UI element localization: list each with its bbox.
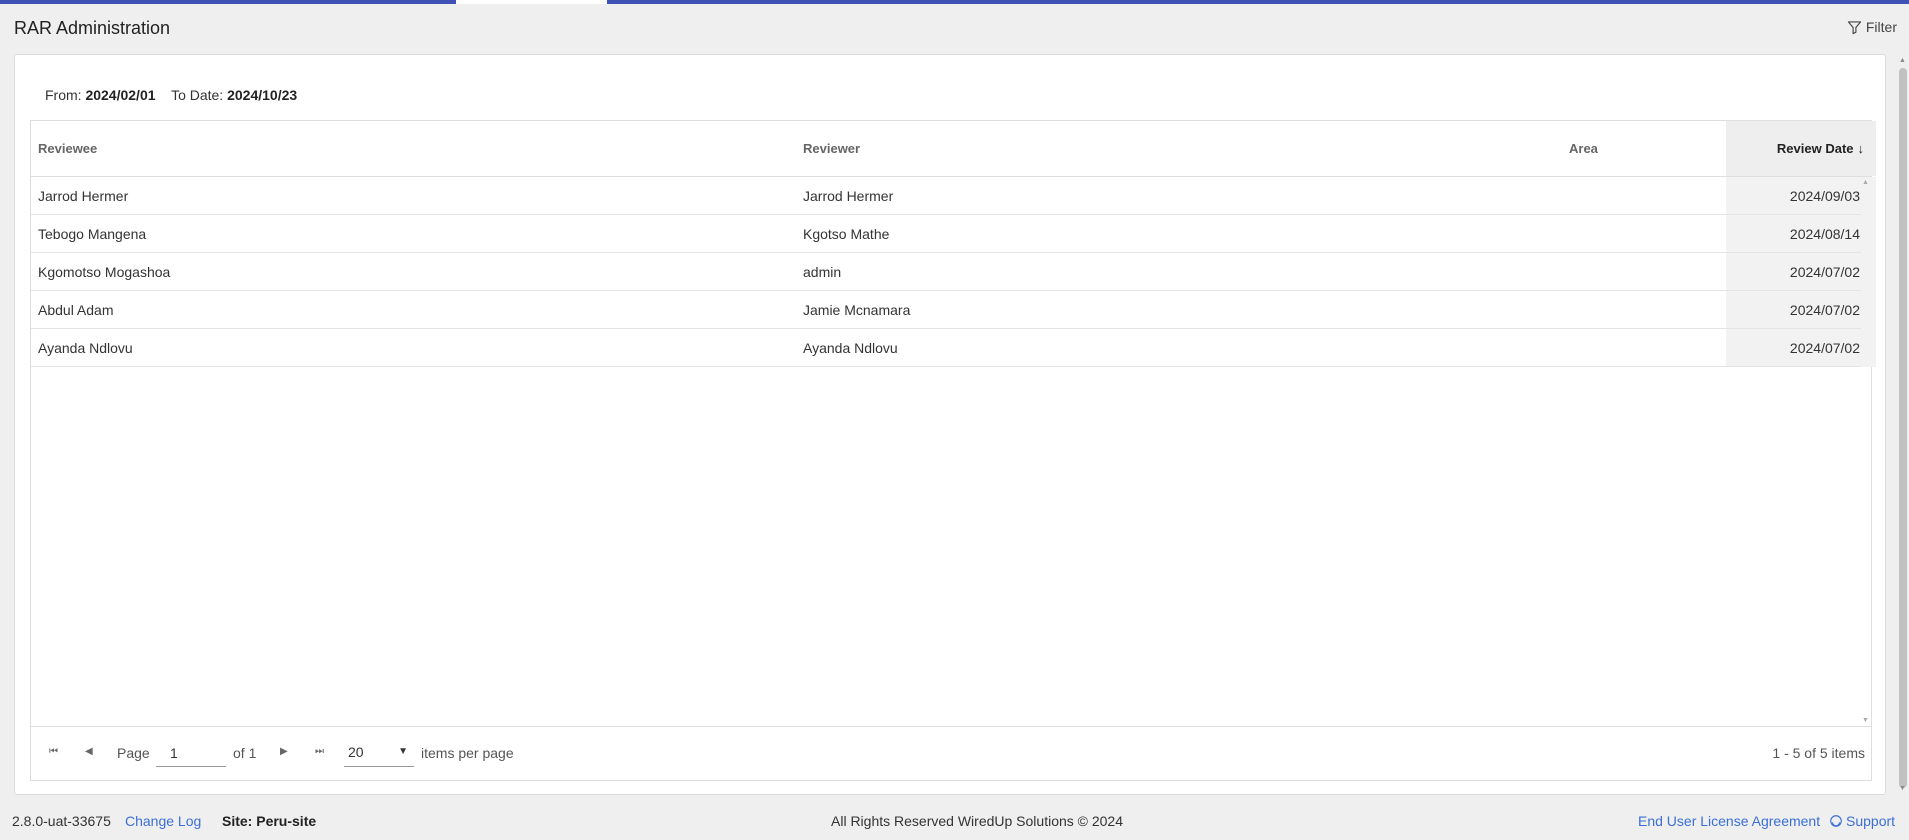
table-row[interactable]: Tebogo Mangena Kgotso Mathe 2024/08/14 — [31, 215, 1861, 253]
cell-review-date: 2024/07/02 — [1789, 264, 1860, 280]
pager-summary: 1 - 5 of 5 items — [1772, 745, 1865, 761]
cell-reviewer: Jarrod Hermer — [803, 188, 894, 204]
first-page-icon[interactable]: ⏮ — [49, 746, 58, 757]
filter-button-label: Filter — [1865, 19, 1897, 35]
chevron-down-icon: ▼ — [398, 746, 408, 757]
sort-descending-icon: ↓ — [1857, 141, 1865, 156]
last-page-icon[interactable]: ⏭ — [315, 746, 324, 757]
page-scrollbar[interactable]: ▲ ▼ — [1897, 54, 1909, 795]
cell-reviewer: Jamie Mcnamara — [803, 302, 911, 318]
cell-review-date: 2024/09/03 — [1789, 188, 1860, 204]
to-date-value: 2024/10/23 — [227, 87, 298, 103]
page-scroll-up-icon[interactable]: ▲ — [1899, 57, 1906, 64]
change-log-link[interactable]: Change Log — [125, 813, 201, 829]
cell-reviewer: Kgotso Mathe — [803, 226, 890, 242]
cell-review-date: 2024/07/02 — [1789, 340, 1860, 356]
version-label: 2.8.0-uat-33675 — [12, 813, 111, 829]
table-row[interactable]: Ayanda Ndlovu Ayanda Ndlovu 2024/07/02 — [31, 329, 1861, 367]
date-range: From: 2024/02/01 To Date: 2024/10/23 — [45, 87, 297, 103]
prev-page-icon[interactable]: ◀ — [85, 746, 93, 757]
site-label: Site: Peru-site — [222, 813, 317, 829]
support-link[interactable]: Support — [1829, 813, 1895, 829]
column-header-reviewer[interactable]: Reviewer — [803, 121, 860, 176]
cell-review-date: 2024/08/14 — [1789, 226, 1860, 242]
table-row[interactable]: Jarrod Hermer Jarrod Hermer 2024/09/03 — [31, 177, 1861, 215]
support-link-label: Support — [1846, 813, 1896, 829]
cell-reviewee: Abdul Adam — [38, 302, 114, 318]
support-icon — [1830, 815, 1842, 827]
page-count-label: of 1 — [233, 745, 257, 761]
cell-reviewee: Jarrod Hermer — [38, 188, 129, 204]
cell-reviewee: Kgomotso Mogashoa — [38, 264, 171, 280]
page-size-value: 20 — [348, 744, 364, 760]
scroll-down-icon[interactable]: ▼ — [1862, 717, 1869, 724]
review-grid: Reviewee Reviewer Area Review Date ↓ Jarr… — [30, 120, 1876, 781]
column-header-review-date[interactable]: Review Date ↓ — [1726, 121, 1876, 176]
cell-review-date: 2024/07/02 — [1789, 302, 1860, 318]
cell-reviewer: Ayanda Ndlovu — [803, 340, 898, 356]
column-header-area[interactable]: Area — [1569, 121, 1598, 176]
page-label: Page — [117, 745, 150, 761]
from-label: From: — [45, 87, 82, 103]
grid-header: Reviewee Reviewer Area Review Date ↓ — [31, 121, 1876, 177]
active-tab-indicator — [456, 0, 607, 4]
page-title: RAR Administration — [14, 18, 171, 38]
column-header-review-date-label: Review Date — [1776, 141, 1854, 156]
pager: ⏮ ◀ Page of 1 ▶ ⏭ 20 ▼ items per page 1 … — [31, 726, 1871, 780]
items-per-page-label: items per page — [421, 745, 514, 761]
column-header-reviewee[interactable]: Reviewee — [38, 121, 97, 176]
footer: 2.8.0-uat-33675 Change Log Site: Peru-si… — [0, 810, 1909, 834]
table-row[interactable]: Abdul Adam Jamie Mcnamara 2024/07/02 — [31, 291, 1861, 329]
grid-body: Jarrod Hermer Jarrod Hermer 2024/09/03 T… — [31, 177, 1876, 726]
filter-icon — [1847, 20, 1862, 34]
next-page-icon[interactable]: ▶ — [280, 746, 288, 757]
from-date-value: 2024/02/01 — [85, 87, 156, 103]
scroll-up-icon[interactable]: ▲ — [1862, 179, 1869, 186]
page-scroll-down-icon[interactable]: ▼ — [1899, 785, 1906, 792]
page-size-select[interactable]: 20 ▼ — [344, 739, 414, 767]
cell-reviewee: Ayanda Ndlovu — [38, 340, 133, 356]
filter-button[interactable]: Filter — [1847, 19, 1897, 35]
copyright-text: All Rights Reserved WiredUp Solutions © … — [831, 813, 1124, 829]
top-accent-bar — [0, 0, 1909, 4]
eula-link[interactable]: End User License Agreement — [1638, 813, 1820, 829]
table-row[interactable]: Kgomotso Mogashoa admin 2024/07/02 — [31, 253, 1861, 291]
to-date-label: To Date: — [171, 87, 224, 103]
page-number-input[interactable] — [156, 739, 226, 767]
cell-reviewee: Tebogo Mangena — [38, 226, 147, 242]
cell-reviewer: admin — [803, 264, 842, 280]
page-scrollbar-thumb[interactable] — [1899, 68, 1907, 788]
main-card: From: 2024/02/01 To Date: 2024/10/23 Rev… — [14, 54, 1886, 795]
grid-scrollbar[interactable]: ▲ ▼ — [1861, 177, 1871, 726]
